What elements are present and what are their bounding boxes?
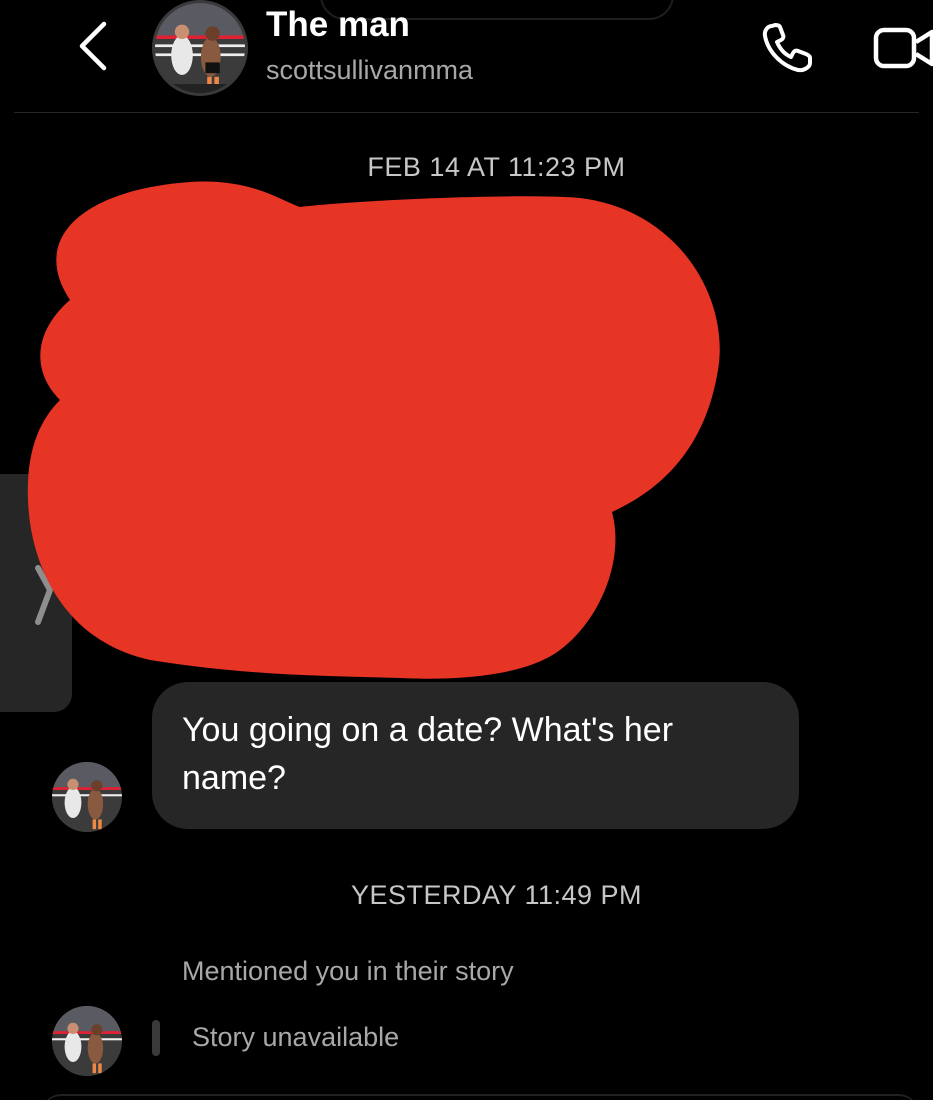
- story-reply-bar: [152, 1020, 160, 1056]
- received-message-bubble[interactable]: You going on a date? What's her name?: [152, 682, 799, 829]
- message-timestamp: YESTERDAY 11:49 PM: [350, 880, 643, 910]
- sender-avatar[interactable]: [52, 762, 122, 832]
- redaction-scribble: [27, 181, 720, 679]
- boxing-photo-icon: [52, 1006, 122, 1076]
- dm-thread-screen: The man scottsullivanmma FEB 14 AT 11:23…: [0, 0, 933, 1100]
- sender-avatar[interactable]: [52, 1006, 122, 1076]
- story-mention-label: Mentioned you in their story: [182, 956, 514, 986]
- composer-edge: [40, 1094, 920, 1100]
- boxing-photo-icon: [52, 762, 122, 832]
- story-unavailable-label[interactable]: Story unavailable: [192, 1022, 399, 1053]
